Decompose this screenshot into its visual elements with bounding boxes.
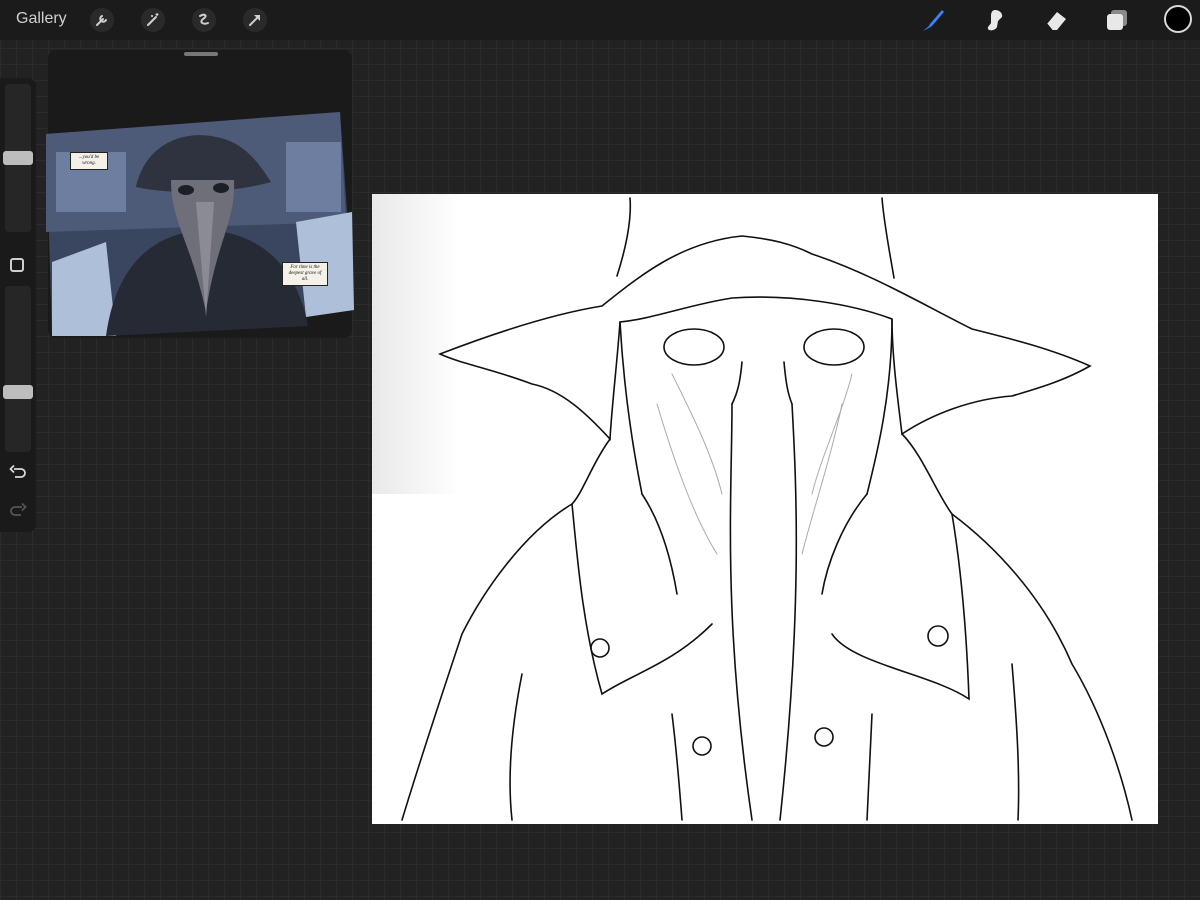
selection-icon[interactable] (191, 7, 217, 33)
gallery-button[interactable]: Gallery (16, 10, 67, 28)
sidebar (0, 78, 36, 532)
brush-icon[interactable] (920, 7, 946, 33)
modify-button[interactable] (10, 258, 24, 272)
brush-size-thumb[interactable] (3, 151, 33, 165)
opacity-slider[interactable] (5, 286, 31, 452)
undo-icon[interactable] (8, 463, 28, 483)
drawing-canvas[interactable] (372, 194, 1158, 824)
wrench-icon[interactable] (89, 7, 115, 33)
reference-drag-handle[interactable] (184, 52, 218, 56)
reference-image[interactable]: ...you'd be wrong. For time is the deepe… (46, 112, 356, 337)
top-toolbar: Gallery (0, 0, 1200, 40)
smudge-icon[interactable] (981, 7, 1007, 33)
magic-wand-icon[interactable] (140, 7, 166, 33)
lineart-sketch (401, 197, 1133, 821)
color-picker-swatch[interactable] (1164, 5, 1192, 33)
speech-bubble-2: For time is the deepest grave of all. (282, 262, 328, 286)
speech-bubble-1: ...you'd be wrong. (70, 152, 108, 170)
layers-icon[interactable] (1104, 7, 1130, 33)
opacity-thumb[interactable] (3, 384, 33, 399)
transform-arrow-icon[interactable] (242, 7, 268, 33)
redo-icon[interactable] (8, 501, 28, 521)
eraser-icon[interactable] (1043, 7, 1069, 33)
